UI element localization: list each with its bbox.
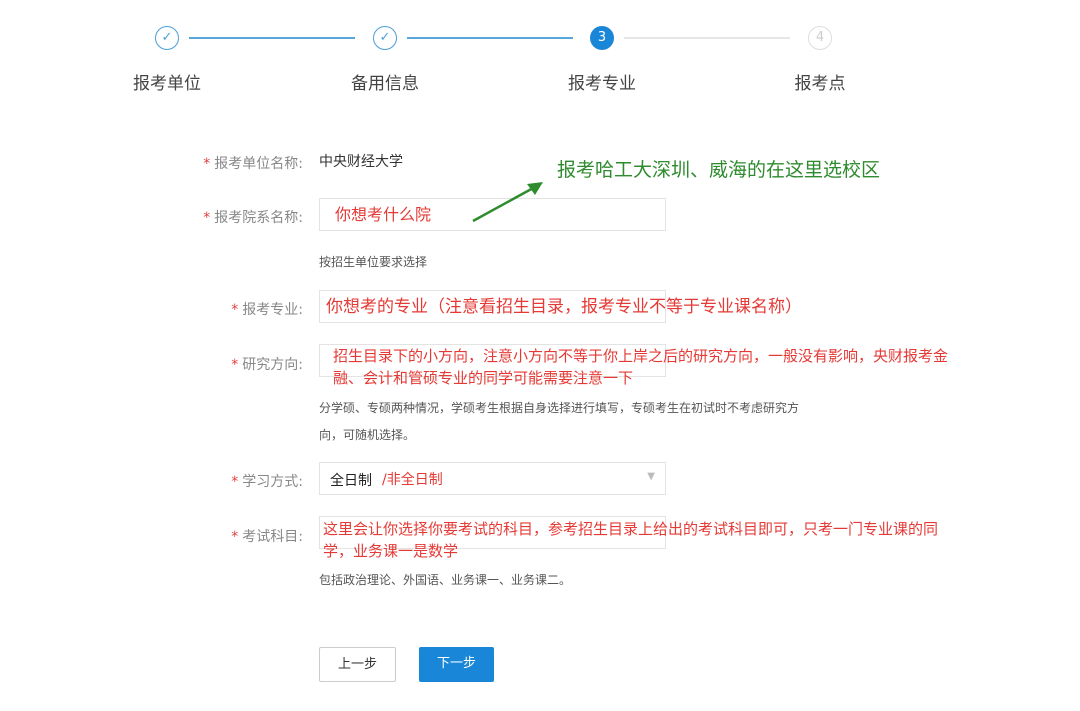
dept-annotation: 你想考什么院 bbox=[335, 204, 431, 226]
unit-label: *报考单位名称: bbox=[203, 153, 303, 173]
major-annotation: 你想考的专业（注意看招生目录，报考专业不等于专业课名称） bbox=[326, 296, 802, 318]
major-label: *报考专业: bbox=[231, 299, 303, 319]
major-label-text: 报考专业: bbox=[242, 302, 303, 318]
mode-value: 全日制 bbox=[330, 470, 372, 490]
direction-hint-line2: 向，可随机选择。 bbox=[319, 426, 415, 443]
subject-label: *考试科目: bbox=[231, 526, 303, 546]
required-mark: * bbox=[231, 302, 238, 318]
step-connector bbox=[189, 37, 355, 39]
step-2-label: 备用信息 bbox=[325, 69, 445, 94]
mode-alt-annotation: /非全日制 bbox=[382, 469, 443, 489]
required-mark: * bbox=[231, 357, 238, 373]
mode-select[interactable]: 全日制 /非全日制 ▼ bbox=[319, 462, 666, 495]
required-mark: * bbox=[231, 529, 238, 545]
step-connector bbox=[624, 37, 790, 39]
direction-label-text: 研究方向: bbox=[242, 357, 303, 373]
unit-value: 中央财经大学 bbox=[319, 151, 403, 171]
step-3-number: 3 bbox=[590, 26, 614, 50]
step-4-number: 4 bbox=[808, 26, 832, 50]
mode-label-text: 学习方式: bbox=[242, 474, 303, 490]
required-mark: * bbox=[231, 474, 238, 490]
step-4-label: 报考点 bbox=[760, 69, 880, 94]
direction-hint-line1: 分学硕、专硕两种情况，学硕考生根据自身选择进行填写，专硕考生在初试时不考虑研究方 bbox=[319, 399, 799, 416]
prev-step-button[interactable]: 上一步 bbox=[319, 647, 396, 682]
dept-hint: 按招生单位要求选择 bbox=[319, 253, 427, 270]
dept-label: *报考院系名称: bbox=[203, 207, 303, 227]
subject-annotation-1: 这里会让你选择你要考试的科目，参考招生目录上给出的考试科目即可，只考一门专业课的… bbox=[323, 518, 938, 540]
step-1-check-icon: ✓ bbox=[155, 26, 179, 50]
direction-label: *研究方向: bbox=[231, 354, 303, 374]
campus-annotation: 报考哈工大深圳、威海的在这里选校区 bbox=[557, 155, 880, 182]
required-mark: * bbox=[203, 156, 210, 172]
direction-annotation-2: 融、会计和管硕专业的同学可能需要注意一下 bbox=[333, 367, 633, 389]
chevron-down-icon: ▼ bbox=[647, 471, 655, 482]
step-3-label: 报考专业 bbox=[542, 69, 662, 94]
dept-label-text: 报考院系名称: bbox=[214, 210, 303, 226]
step-2-check-icon: ✓ bbox=[373, 26, 397, 50]
unit-label-text: 报考单位名称: bbox=[214, 156, 303, 172]
step-connector bbox=[407, 37, 573, 39]
step-1-label: 报考单位 bbox=[107, 69, 227, 94]
subject-hint: 包括政治理论、外国语、业务课一、业务课二。 bbox=[319, 571, 571, 588]
arrow-icon bbox=[465, 175, 555, 230]
subject-label-text: 考试科目: bbox=[242, 529, 303, 545]
required-mark: * bbox=[203, 210, 210, 226]
subject-annotation-2: 学，业务课一是数学 bbox=[323, 540, 458, 562]
mode-label: *学习方式: bbox=[231, 471, 303, 491]
next-step-button[interactable]: 下一步 bbox=[419, 647, 494, 682]
direction-annotation-1: 招生目录下的小方向，注意小方向不等于你上岸之后的研究方向，一般没有影响，央财报考… bbox=[333, 345, 948, 367]
